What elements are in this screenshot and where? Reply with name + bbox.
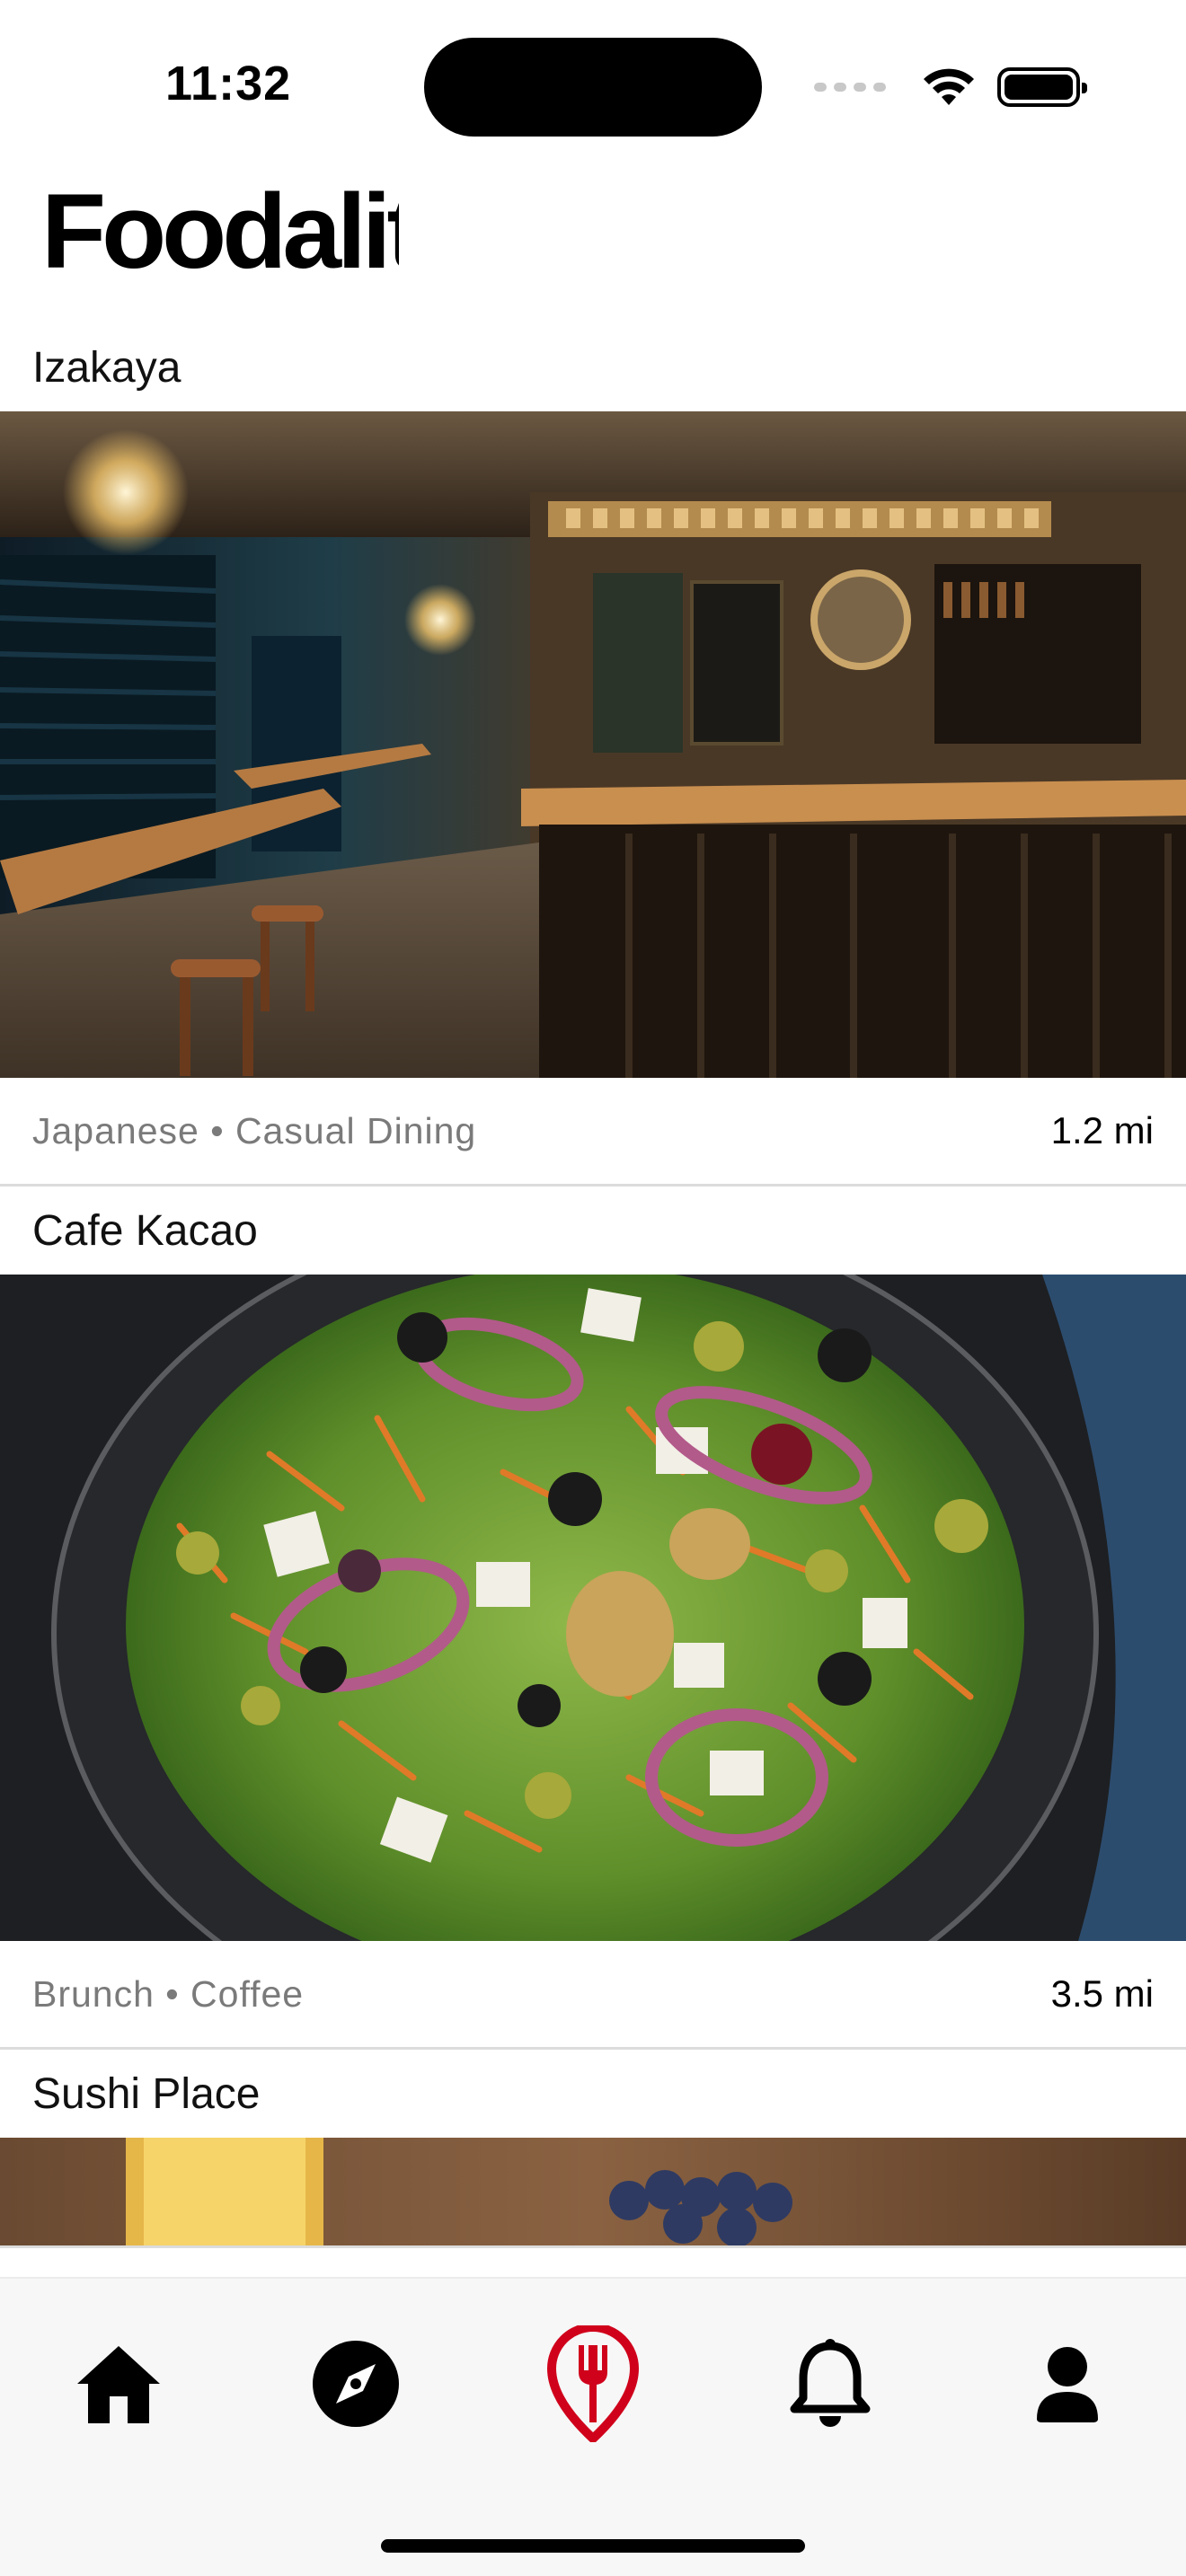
restaurant-card[interactable]: Cafe Kacao Brunch • Coffee 3.5 mi xyxy=(0,1187,1186,2050)
restaurant-distance: 3.5 mi xyxy=(1050,1972,1154,2015)
restaurant-tags: Brunch • Coffee xyxy=(32,1972,305,2015)
tab-explore[interactable] xyxy=(237,2325,474,2442)
restaurant-name: Cafe Kacao xyxy=(32,1206,258,1255)
tab-profile[interactable] xyxy=(949,2325,1186,2442)
restaurant-distance: 1.2 mi xyxy=(1050,1109,1154,1151)
status-time: 11:32 xyxy=(165,57,292,110)
restaurant-tags: Japanese • Casual Dining xyxy=(32,1109,477,1151)
bell-icon xyxy=(790,2339,871,2427)
status-icons xyxy=(814,65,1087,110)
restaurant-name: Sushi Place xyxy=(32,2069,261,2118)
restaurant-meta: Japanese • Casual Dining 1.2 mi xyxy=(0,1078,1186,1184)
restaurant-card[interactable]: Izakaya Japanese • Casual Dining 1.2 mi xyxy=(0,323,1186,1187)
cellular-icon xyxy=(814,83,886,92)
izakaya-interior-photo[interactable] xyxy=(0,411,1186,1078)
salad-bowl-photo[interactable] xyxy=(0,1275,1186,1941)
dynamic-island xyxy=(424,38,762,137)
app-logo: Foodality xyxy=(41,172,399,291)
restaurant-feed[interactable]: Izakaya Japanese • Casual Dining 1.2 mi … xyxy=(0,323,1186,2248)
tab-notifications[interactable] xyxy=(712,2325,949,2442)
home-indicator[interactable] xyxy=(381,2539,805,2553)
profile-icon xyxy=(1037,2347,1098,2422)
status-bar: 11:32 xyxy=(0,0,1186,171)
fork-icon xyxy=(547,2325,639,2442)
sushi-place-photo[interactable] xyxy=(0,2138,1186,2245)
restaurant-card[interactable]: Sushi Place xyxy=(0,2050,1186,2248)
home-icon xyxy=(77,2346,160,2423)
tab-home[interactable] xyxy=(0,2325,237,2442)
battery-icon xyxy=(997,67,1087,107)
compass-icon xyxy=(313,2341,399,2427)
wifi-icon xyxy=(924,68,974,105)
tab-restaurants[interactable] xyxy=(474,2325,712,2442)
tab-bar xyxy=(0,2277,1186,2576)
svg-text:Foodality: Foodality xyxy=(41,172,399,291)
restaurant-name: Izakaya xyxy=(32,343,181,392)
restaurant-meta: Brunch • Coffee 3.5 mi xyxy=(0,1941,1186,2047)
